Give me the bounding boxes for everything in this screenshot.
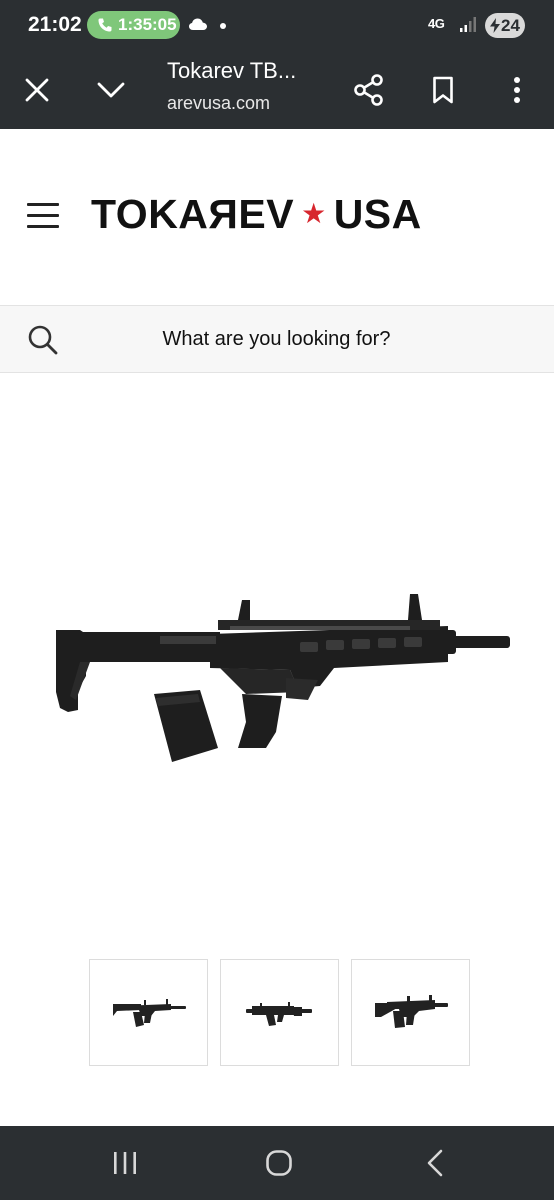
search-bar (0, 305, 554, 373)
shotgun-thumbnail-image (112, 998, 186, 1027)
call-timer: 1:35:05 (118, 15, 177, 34)
browser-toolbar: Tokarev TB... arevusa.com (0, 52, 554, 129)
share-button[interactable] (345, 66, 393, 114)
bookmark-button[interactable] (419, 66, 467, 114)
status-time: 21:02 (28, 13, 82, 36)
share-icon (354, 74, 383, 106)
back-icon (427, 1149, 443, 1177)
phone-icon (98, 18, 112, 32)
chevron-down-icon (97, 82, 125, 98)
cloud-icon (189, 18, 207, 30)
site-logo[interactable]: TOKAЯEV ★ USA (91, 190, 422, 237)
thumbnail-2[interactable] (220, 959, 339, 1066)
more-vert-icon (514, 77, 520, 103)
bookmark-icon (433, 76, 453, 104)
search-input[interactable] (64, 306, 489, 372)
shotgun-thumbnail-image (374, 994, 448, 1028)
recents-icon (114, 1152, 136, 1174)
close-icon (25, 78, 49, 102)
home-icon (266, 1150, 292, 1176)
shotgun-thumbnail-image (245, 1001, 312, 1026)
home-button[interactable] (249, 1140, 309, 1186)
dot-icon (220, 23, 226, 29)
ongoing-call-pill[interactable]: 1:35:05 (87, 11, 180, 39)
product-thumbnails (89, 959, 470, 1067)
back-button[interactable] (405, 1140, 465, 1186)
battery-indicator: 24 (485, 13, 525, 38)
hamburger-icon (27, 203, 59, 206)
recents-button[interactable] (95, 1140, 155, 1186)
page-title: Tokarev TB... (167, 58, 297, 83)
minimize-button[interactable] (87, 66, 135, 114)
status-bar: 21:02 1:35:05 4G 24 (0, 0, 554, 52)
logo-text-right: USA (333, 190, 422, 237)
site-header: TOKAЯEV ★ USA (0, 129, 554, 305)
logo-text-left: TOKAЯEV (91, 190, 295, 237)
close-button[interactable] (13, 66, 61, 114)
thumbnail-3[interactable] (351, 959, 470, 1066)
battery-level: 24 (501, 16, 520, 35)
network-type: 4G (428, 16, 445, 31)
page-url[interactable]: arevusa.com (167, 93, 270, 114)
system-navigation-bar (0, 1126, 554, 1200)
hamburger-line (27, 214, 59, 217)
logo-star-icon: ★ (301, 197, 327, 229)
search-icon[interactable] (27, 324, 59, 356)
more-options-button[interactable] (493, 66, 541, 114)
thumbnail-1[interactable] (89, 959, 208, 1066)
hamburger-menu-button[interactable] (27, 203, 59, 229)
hamburger-line (27, 225, 59, 228)
signal-icon (460, 17, 476, 32)
shotgun-image[interactable] (50, 582, 514, 768)
battery-icon (490, 18, 500, 33)
